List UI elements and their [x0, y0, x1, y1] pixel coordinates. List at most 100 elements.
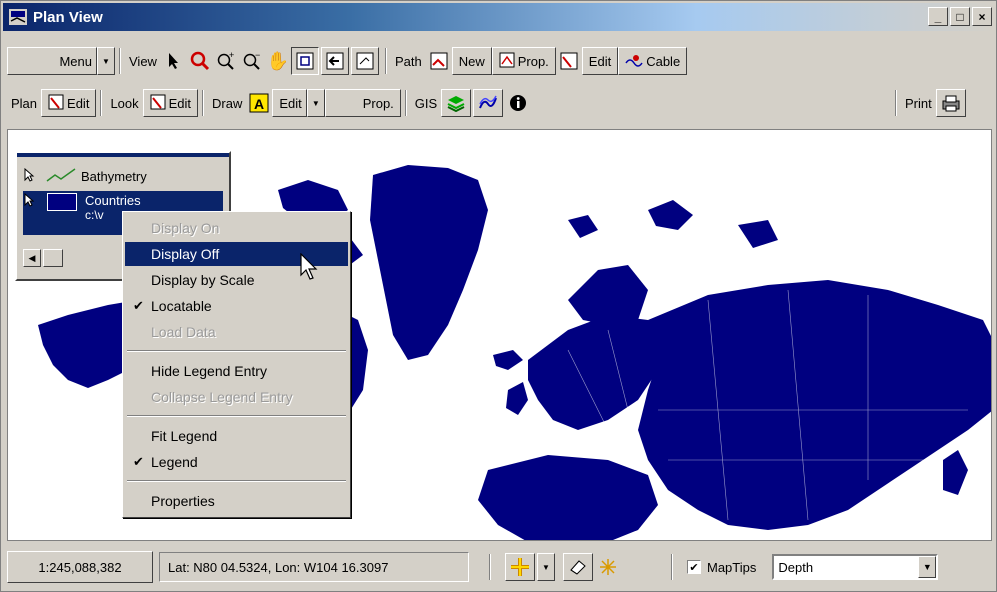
crosshair-tool-icon[interactable]: [505, 553, 535, 581]
mouse-cursor-icon: [299, 252, 319, 284]
toolbar-separator: [895, 90, 897, 116]
menu-item-label: Load Data: [151, 324, 216, 340]
menu-item-label: Properties: [151, 493, 215, 509]
scroll-left-button[interactable]: ◀: [23, 249, 41, 267]
look-edit-label: Edit: [168, 95, 192, 111]
path-properties-button[interactable]: Prop.: [491, 47, 556, 75]
path-label: Path: [394, 53, 422, 69]
gis-layers-icon[interactable]: [441, 89, 472, 117]
chevron-down-icon: ▼: [311, 98, 320, 108]
sparkle-icon[interactable]: [595, 554, 621, 580]
depth-select[interactable]: Depth ▼: [772, 554, 939, 580]
depth-dropdown-button[interactable]: ▼: [918, 556, 937, 578]
chevron-left-icon: ◀: [28, 252, 36, 263]
menu-item-properties[interactable]: Properties: [125, 489, 348, 513]
toolbar-row-2: Plan Edit Look Edit Draw A Edit ▼ Prop.: [7, 85, 531, 121]
pan-hand-icon[interactable]: ✋: [265, 48, 291, 74]
toolbar-separator: [202, 90, 205, 116]
checkmark-icon: ✔: [133, 298, 144, 313]
new-path-label: New: [458, 53, 485, 69]
menu-item-label: Display by Scale: [151, 272, 255, 288]
path-properties-label: Prop.: [517, 53, 549, 69]
view-label: View: [129, 53, 157, 69]
menu-item-label: Display On: [151, 220, 220, 236]
scale-value: 1:245,088,382: [38, 559, 122, 575]
plan-edit-icon: [48, 94, 64, 113]
svg-text:+: +: [229, 51, 234, 60]
zoom-out-icon[interactable]: −: [239, 48, 265, 74]
printer-icon[interactable]: [935, 89, 966, 117]
status-separator: [489, 554, 491, 580]
menu-item-label: Hide Legend Entry: [151, 363, 267, 379]
coordinates-text: Lat: N80 04.5324, Lon: W104 16.3097: [168, 559, 389, 575]
info-icon[interactable]: [505, 90, 531, 116]
legend-title-strip: [17, 153, 229, 157]
full-extent-icon[interactable]: [290, 47, 319, 75]
menu-item-display-on[interactable]: Display On: [125, 216, 348, 240]
zoom-in-icon[interactable]: +: [213, 48, 239, 74]
look-edit-icon: [150, 94, 166, 113]
pointer-icon: [23, 167, 39, 185]
minimize-button[interactable]: _: [928, 7, 948, 26]
look-edit-button[interactable]: Edit: [142, 89, 199, 117]
toolbar-separator: [404, 90, 407, 116]
maptips-checkbox[interactable]: ✔: [687, 560, 701, 574]
menu-item-label: Fit Legend: [151, 428, 218, 444]
menu-dropdown-button[interactable]: ▼: [97, 47, 115, 75]
draw-edit-dropdown[interactable]: ▼: [306, 89, 325, 117]
menu-item-legend[interactable]: ✔ Legend: [125, 450, 348, 474]
status-bar: 1:245,088,382 Lat: N80 04.5324, Lon: W10…: [7, 546, 992, 588]
legend-item-label: Bathymetry: [81, 169, 147, 184]
scale-button[interactable]: 1:245,088,382: [7, 551, 153, 583]
plan-edit-label: Edit: [67, 95, 90, 111]
path-tool-icon[interactable]: [426, 48, 452, 74]
draw-edit-button[interactable]: Edit: [272, 89, 307, 117]
line-symbol-icon: [45, 167, 81, 186]
legend-item-label: Countries: [85, 193, 141, 208]
menu-button[interactable]: Menu: [7, 47, 97, 75]
look-label: Look: [110, 95, 139, 111]
path-edit-label: Edit: [588, 53, 612, 69]
toolbar-separator: [119, 48, 121, 74]
menu-item-hide-legend-entry[interactable]: Hide Legend Entry: [125, 359, 348, 383]
draw-text-icon[interactable]: A: [246, 90, 272, 116]
path-edit-icon[interactable]: [556, 48, 582, 74]
menu-item-load-data[interactable]: Load Data: [125, 320, 348, 344]
toolbar-separator: [100, 90, 103, 116]
toolbar-row-1: Menu ▼ View + − ✋ Path New Prop. Edit Ca…: [7, 43, 688, 79]
maptips-toggle[interactable]: ✔ MapTips: [687, 560, 756, 575]
scroll-thumb[interactable]: [43, 249, 63, 267]
menu-item-label: Locatable: [151, 298, 212, 314]
maximize-button[interactable]: □: [950, 7, 970, 26]
map-properties-icon[interactable]: [350, 47, 379, 75]
menu-label: Menu: [59, 53, 92, 69]
maptips-label: MapTips: [707, 559, 757, 575]
new-path-button[interactable]: New: [451, 47, 492, 75]
menu-item-locatable[interactable]: ✔ Locatable: [125, 294, 348, 318]
plan-view-app-icon: [9, 9, 27, 25]
legend-item-bathymetry[interactable]: Bathymetry: [23, 167, 147, 186]
print-label: Print: [905, 95, 932, 111]
window-title: Plan View: [33, 8, 103, 26]
previous-extent-icon[interactable]: [320, 47, 349, 75]
title-bar[interactable]: Plan View _ □ ×: [3, 3, 994, 31]
menu-item-label: Display Off: [151, 246, 220, 262]
menu-item-collapse-legend-entry[interactable]: Collapse Legend Entry: [125, 385, 348, 409]
menu-item-fit-legend[interactable]: Fit Legend: [125, 424, 348, 448]
menu-item-label: Legend: [151, 454, 198, 470]
draw-properties-button[interactable]: Prop.: [324, 89, 401, 117]
crosshair-dropdown[interactable]: ▼: [537, 553, 555, 581]
gis-contours-icon[interactable]: [473, 89, 504, 117]
svg-text:A: A: [254, 96, 264, 112]
toolbar-separator: [384, 48, 387, 74]
select-arrow-icon[interactable]: [161, 48, 187, 74]
cable-button[interactable]: Cable: [618, 47, 688, 75]
zoom-area-icon[interactable]: [187, 48, 213, 74]
eraser-icon[interactable]: [563, 553, 593, 581]
path-edit-button[interactable]: Edit: [581, 47, 619, 75]
depth-select-value: Depth: [778, 559, 814, 575]
chevron-down-icon: ▼: [542, 562, 550, 572]
menu-separator: [127, 415, 346, 417]
plan-edit-button[interactable]: Edit: [41, 89, 97, 117]
close-button[interactable]: ×: [972, 7, 992, 26]
